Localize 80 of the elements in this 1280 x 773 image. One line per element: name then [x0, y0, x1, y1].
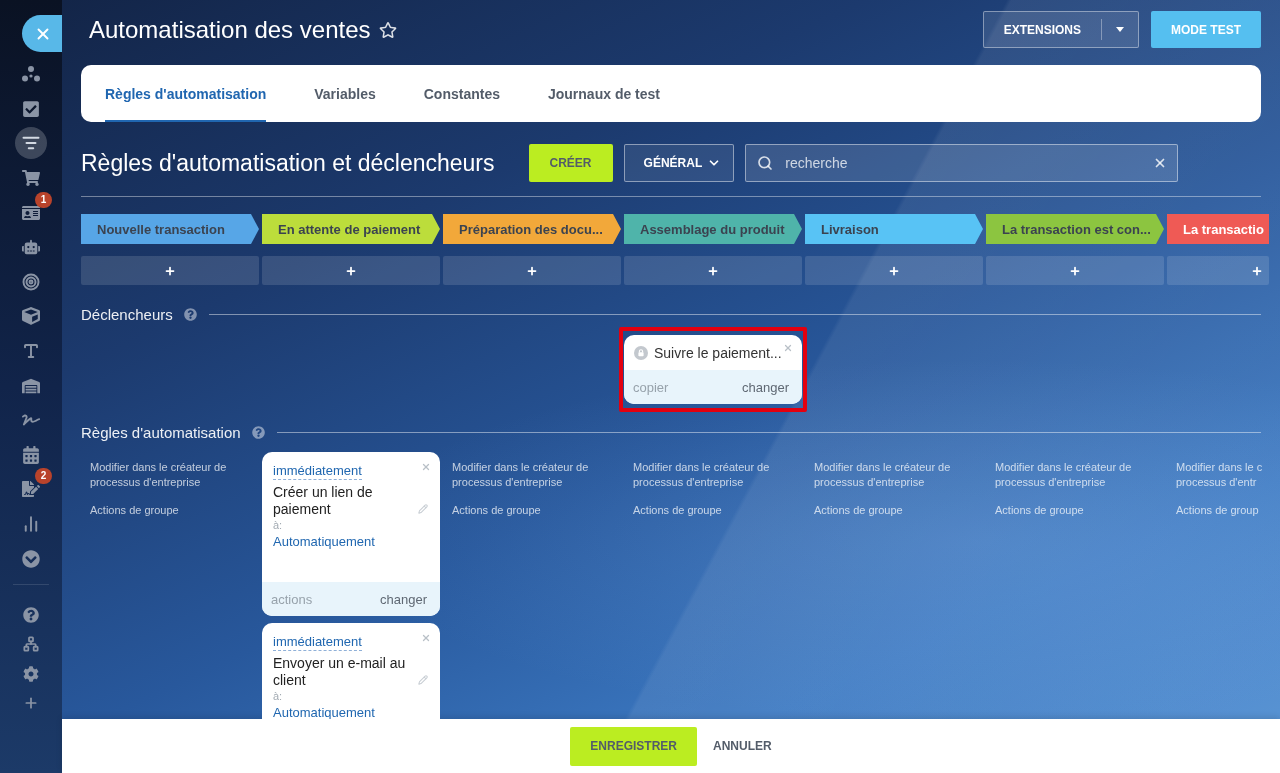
column-link[interactable]: Actions de groupe: [452, 503, 621, 518]
close-icon: [783, 343, 793, 353]
change-link[interactable]: changer: [380, 591, 427, 607]
delay-link[interactable]: immédiatement: [273, 634, 362, 651]
network-icon: [23, 636, 39, 653]
lock-icon: [634, 345, 648, 360]
counter-badge: 2: [35, 468, 52, 485]
primary-button[interactable]: ENREGISTRER: [570, 726, 697, 766]
delay-link[interactable]: immédiatement: [273, 463, 362, 480]
help-icon[interactable]: [251, 425, 265, 439]
split-button[interactable]: EXTENSIONS: [982, 11, 1139, 48]
warehouse-icon: [22, 376, 40, 395]
plus-icon: [1251, 264, 1263, 277]
page-title: Automatisation des ventes: [89, 15, 371, 44]
close-icon: [421, 633, 431, 643]
plus-icon: [345, 264, 357, 277]
plus-icon: [1069, 264, 1081, 277]
star-icon[interactable]: [378, 20, 397, 39]
tab[interactable]: Journaux de test: [548, 65, 660, 122]
rule-title: Créer un lien de paiement: [273, 484, 374, 518]
recipient-link[interactable]: Automatiquement: [273, 706, 375, 719]
robot-icon: [22, 238, 40, 257]
recipient-label: à:: [273, 518, 284, 532]
trigger-name: Suivre le paiement...: [654, 344, 782, 361]
text-icon: [22, 342, 40, 361]
cube-icon: [22, 307, 40, 326]
stage-chip: La transaction est con...: [986, 214, 1164, 244]
column-link[interactable]: Modifier dans le créateur de processus d'entreprise: [814, 460, 983, 490]
plus-icon: [707, 264, 719, 277]
stage-chip: Nouvelle transaction: [81, 214, 259, 244]
help-icon[interactable]: [183, 307, 197, 321]
plus-icon: [526, 264, 538, 277]
sidebar-item[interactable]: [15, 127, 47, 160]
close-button[interactable]: [22, 15, 62, 52]
rule-card[interactable]: immédiatement Envoyer un e-mail au client à: Automatiquement: [262, 623, 440, 719]
column-link[interactable]: Modifier dans le c processus d'entr: [1176, 460, 1269, 490]
stage-chip: La transactio: [1167, 214, 1269, 244]
tab[interactable]: Règles d'automatisation: [105, 65, 267, 122]
search-icon: [757, 155, 774, 171]
stage-chip: Préparation des docu...: [443, 214, 621, 244]
rule-title: Envoyer un e-mail au client: [273, 655, 407, 689]
checkbox-icon: [22, 99, 40, 118]
recipient-link[interactable]: Automatiquement: [273, 535, 375, 549]
column-link[interactable]: Actions de groupe: [633, 503, 802, 518]
caret-icon: [1116, 27, 1124, 32]
bar-chart-icon: [22, 515, 40, 533]
tab[interactable]: Constantes: [423, 65, 500, 122]
recipient-label: à:: [273, 689, 284, 703]
section-title: Règles d'automatisation et déclencheurs: [81, 149, 495, 177]
column-link[interactable]: Modifier dans le créateur de processus d'entreprise: [995, 460, 1164, 490]
target-icon: [22, 272, 40, 291]
column-link[interactable]: Actions de groupe: [814, 503, 983, 518]
action-button[interactable]: EXTENSIONS: [983, 12, 1101, 47]
stage-chip: En attente de paiement: [262, 214, 440, 244]
filter-button[interactable]: GÉNÉRAL: [623, 144, 735, 182]
close-icon: [421, 462, 431, 472]
plus-icon: [888, 264, 900, 277]
column-link[interactable]: Actions de groupe: [995, 503, 1164, 518]
document-pen-icon: [22, 480, 40, 499]
text-button[interactable]: ANNULER: [713, 739, 772, 753]
section-heading: Règles d'automatisation: [81, 423, 241, 441]
settings-icon: [23, 665, 39, 682]
contact-card-icon: [22, 203, 40, 222]
change-link[interactable]: changer: [742, 379, 789, 395]
stage-chip: Assemblage du produit: [624, 214, 802, 244]
counter-badge: 1: [35, 191, 52, 208]
plus-icon: [164, 264, 176, 277]
dots-cluster-icon: [22, 66, 40, 83]
column-link[interactable]: Modifier dans le créateur de processus d'entreprise: [633, 460, 802, 490]
help-icon: [23, 606, 39, 623]
column-link[interactable]: Modifier dans le créateur de processus d'entreprise: [452, 460, 621, 490]
search-field[interactable]: recherche: [745, 144, 1179, 182]
tab[interactable]: Variables: [314, 65, 376, 122]
section-heading: Déclencheurs: [81, 305, 173, 323]
calendar-icon: [22, 445, 40, 464]
column-link[interactable]: Modifier dans le créateur de processus d'entreprise: [90, 460, 259, 490]
create-button[interactable]: CRÉER: [528, 144, 613, 182]
column-link[interactable]: Actions de groupe: [90, 503, 259, 518]
stage-chip: Livraison: [805, 214, 983, 244]
cart-icon: [22, 169, 40, 188]
